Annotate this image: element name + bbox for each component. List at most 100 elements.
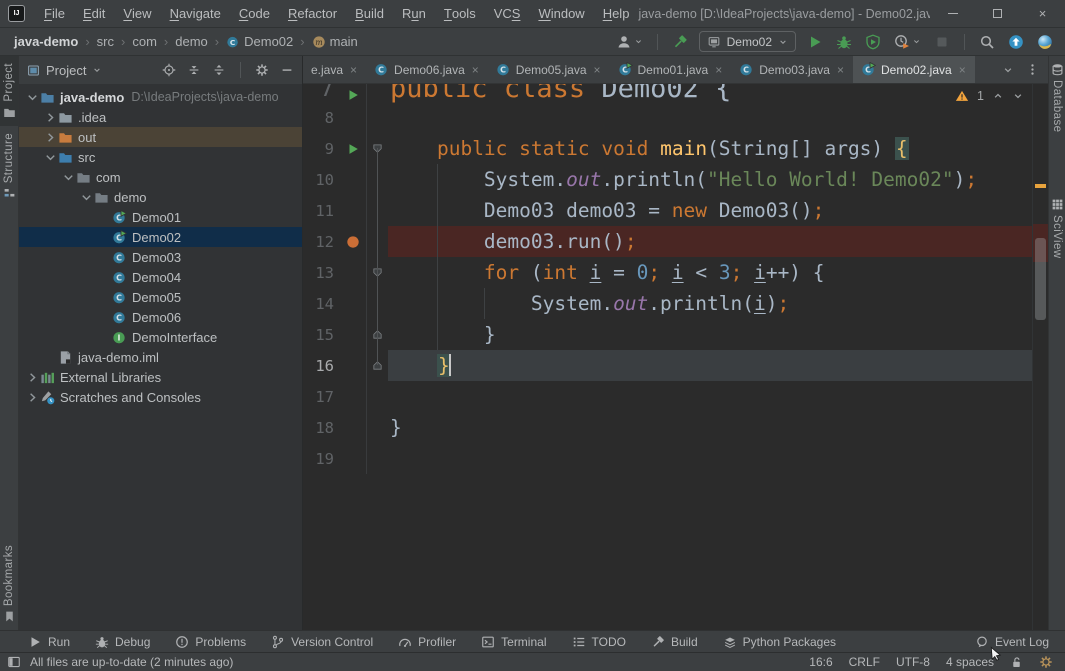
tool-window-switcher-icon[interactable]	[7, 655, 21, 669]
minimize-button[interactable]	[930, 0, 975, 27]
tab-close-icon[interactable]: ×	[472, 63, 479, 77]
editor-gutter: 9	[303, 133, 367, 164]
breadcrumb-item-demo02[interactable]: C>Demo02	[226, 34, 293, 49]
editor-area[interactable]: 7 public class Demo02 {8 9 public static v…	[303, 84, 1048, 630]
breakpoint-icon[interactable]	[346, 235, 360, 249]
close-button[interactable]: ×	[1020, 0, 1065, 27]
stripe-item-project[interactable]: Project	[0, 56, 18, 126]
kebab-icon[interactable]	[1026, 63, 1039, 76]
code-text: System.out.println("Hello World! Demo02"…	[390, 168, 978, 191]
tab-bar-actions	[1002, 56, 1048, 83]
user-profile-button[interactable]	[614, 32, 645, 52]
locate-file-button[interactable]	[162, 63, 176, 77]
menu-refactor[interactable]: Refactor	[279, 0, 346, 27]
warning-stripe-mark[interactable]	[1035, 184, 1046, 188]
search-everywhere-button[interactable]	[977, 32, 997, 52]
menu-help[interactable]: Help	[594, 0, 639, 27]
tab-close-icon[interactable]: ×	[715, 63, 722, 77]
editor-gutter: 14	[303, 288, 367, 319]
debug-button[interactable]	[834, 32, 854, 52]
line-number: 9	[324, 139, 334, 158]
build-project-button[interactable]	[670, 32, 690, 52]
menu-build[interactable]: Build	[346, 0, 393, 27]
menu-file[interactable]: File	[35, 0, 74, 27]
tab-demo03-java[interactable]: C> Demo03.java ×	[731, 56, 853, 83]
tab-demo06-java[interactable]: C> Demo06.java ×	[366, 56, 488, 83]
indent-guide	[484, 288, 485, 319]
code-line-9[interactable]: 9 public static void main(String[] args)…	[303, 133, 1032, 164]
maximize-button[interactable]	[975, 0, 1020, 27]
tab-demo05-java[interactable]: C> Demo05.java ×	[488, 56, 610, 83]
tab-close-icon[interactable]: ×	[594, 63, 601, 77]
code-line-17[interactable]: 17	[303, 381, 1032, 412]
menu-run[interactable]: Run	[393, 0, 435, 27]
menu-bar: File Edit View Navigate Code Refactor Build Ru n…	[35, 0, 638, 27]
menu-tools[interactable]: Tools	[435, 0, 485, 27]
expand-all-button[interactable]	[187, 63, 201, 77]
search-icon	[979, 34, 995, 50]
tree-item-java-demo[interactable]: java-demo D:\IdeaProjects\java-demo	[19, 87, 302, 107]
line-number: 12	[315, 232, 334, 251]
scrollbar-thumb[interactable]	[1035, 238, 1046, 320]
code-line-8[interactable]: 8	[303, 102, 1032, 133]
breadcrumb-item-src[interactable]: src	[97, 34, 114, 49]
stripe-item-bookmarks[interactable]: Bookmarks	[0, 538, 18, 630]
run-line-icon[interactable]	[346, 88, 360, 102]
tab-close-icon[interactable]: ×	[837, 63, 844, 77]
editor-gutter: 7	[303, 84, 367, 102]
run-configuration-selector[interactable]: Demo02	[698, 31, 796, 52]
app-logo-icon: IJ	[8, 5, 25, 22]
code-line-7[interactable]: 7 public class Demo02 {	[303, 84, 1032, 102]
code-line-13[interactable]: 13 for (int i = 0; i < 3; i++) {	[303, 257, 1032, 288]
code-line-18[interactable]: 18}	[303, 412, 1032, 443]
breadcrumb-item-demo[interactable]: demo	[175, 34, 208, 49]
profiler-button[interactable]	[892, 32, 923, 52]
breadcrumb-item-com[interactable]: com	[132, 34, 157, 49]
code-line-14[interactable]: 14 System.out.println(i);	[303, 288, 1032, 319]
menu-window[interactable]: Window	[529, 0, 593, 27]
code-line-19[interactable]: 19	[303, 443, 1032, 474]
hide-panel-button[interactable]	[280, 63, 294, 77]
breadcrumb-item-main[interactable]: m main	[312, 34, 358, 49]
menu-vcs[interactable]: VC S	[485, 0, 530, 27]
tab-demo02-java[interactable]: C Demo02.java ×	[852, 56, 975, 83]
stop-button[interactable]	[932, 32, 952, 52]
tab-label: e.java	[311, 62, 344, 77]
code-text: public class Demo02 {	[390, 84, 732, 104]
warning-icon	[955, 89, 969, 103]
stripe-item-structure[interactable]: Structure	[0, 126, 18, 207]
run-line-icon[interactable]	[346, 142, 360, 156]
tab-close-icon[interactable]: ×	[350, 63, 357, 77]
run-button[interactable]	[805, 32, 825, 52]
code-line-11[interactable]: 11 Demo03 demo03 = new Demo03();	[303, 195, 1032, 226]
code-line-12[interactable]: 12 demo03.run();	[303, 226, 1032, 257]
tab-demo01-java[interactable]: C Demo01.java ×	[610, 56, 732, 83]
editor-gutter: 12	[303, 226, 367, 257]
menu-view[interactable]: View	[114, 0, 160, 27]
breadcrumb-item-java-demo[interactable]: java-demo	[14, 34, 78, 49]
chev-down-icon[interactable]	[1002, 64, 1014, 76]
menu-navigate[interactable]: Navigate	[161, 0, 230, 27]
code-with-me-button[interactable]	[1035, 32, 1055, 52]
editor-gutter: 11	[303, 195, 367, 226]
chevron-collapsed-icon	[25, 390, 40, 405]
collapse-all-button[interactable]	[212, 63, 226, 77]
code-line-15[interactable]: 15 }	[303, 319, 1032, 350]
code-line-16[interactable]: 16 }	[303, 350, 1032, 381]
inspections-widget[interactable]: 1	[955, 89, 1024, 103]
run-with-coverage-button[interactable]	[863, 32, 883, 52]
svg-text:C: C	[230, 37, 235, 46]
code-line-10[interactable]: 10 System.out.println("Hello World! Demo…	[303, 164, 1032, 195]
tab-close-icon[interactable]: ×	[959, 63, 966, 77]
left-tool-stripe: Project Structure Bookmarks	[0, 56, 19, 630]
chevron-down-icon[interactable]	[1012, 90, 1024, 102]
project-view-selector[interactable]: Project	[46, 63, 86, 78]
menu-edit[interactable]: Edit	[74, 0, 114, 27]
settings-button[interactable]	[255, 63, 269, 77]
tab-e-java[interactable]: e.java ×	[303, 56, 366, 83]
chevron-up-icon[interactable]	[992, 90, 1004, 102]
update-button[interactable]	[1006, 32, 1026, 52]
menu-code[interactable]: Code	[230, 0, 279, 27]
line-number: 11	[315, 201, 334, 220]
line-number: 17	[315, 387, 334, 406]
